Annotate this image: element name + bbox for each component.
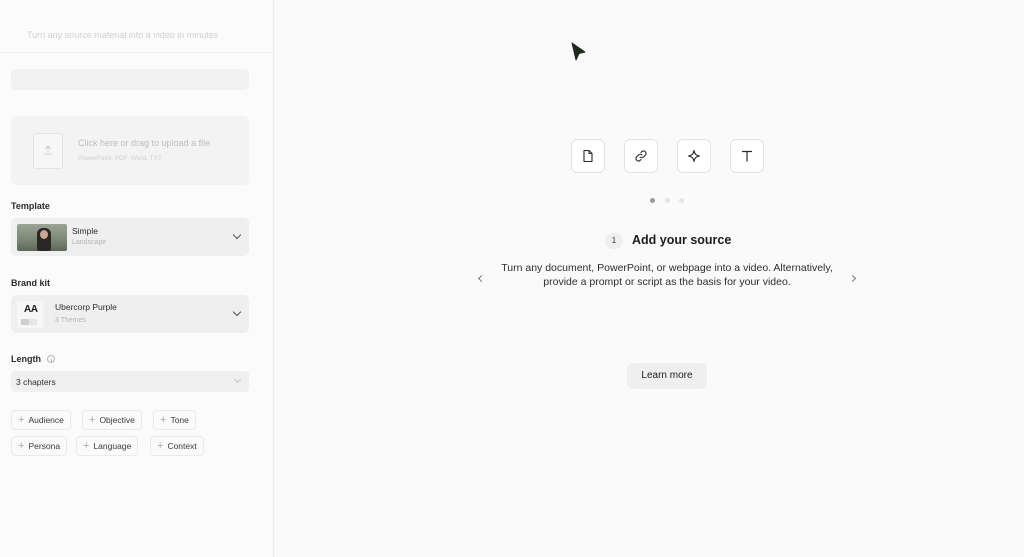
step-title: Add your source: [632, 233, 732, 247]
chevron-left-icon[interactable]: [477, 274, 486, 283]
document-source-button[interactable]: [571, 139, 605, 173]
brand-logo: AA: [17, 301, 43, 328]
upload-title: Click here or drag to upload a file: [78, 138, 211, 148]
upload-file-icon: [33, 133, 63, 169]
carousel-dot-2[interactable]: [665, 198, 670, 203]
brand-kit-themes: 3 Themes: [55, 317, 86, 324]
plus-icon: +: [18, 413, 25, 426]
chip-tone[interactable]: + Tone: [153, 410, 196, 430]
sidebar-subtitle: Turn any source material into a video in…: [27, 30, 219, 40]
template-thumbnail: [17, 224, 67, 251]
chip-language[interactable]: + Language: [76, 436, 139, 456]
chip-context[interactable]: + Context: [150, 436, 204, 456]
title-input[interactable]: [11, 69, 249, 90]
mouse-cursor-icon: [571, 42, 586, 61]
chip-persona[interactable]: + Persona: [11, 436, 68, 456]
sidebar: Turn any source material into a video in…: [0, 0, 274, 557]
app-root: Turn any source material into a video in…: [0, 0, 1024, 557]
step-number-badge: 1: [605, 233, 623, 249]
link-source-button[interactable]: [624, 139, 658, 173]
prompt-source-button[interactable]: [677, 139, 711, 173]
template-select[interactable]: Simple Landscape: [11, 218, 249, 256]
template-label: Template: [11, 201, 50, 211]
chip-objective[interactable]: + Objective: [82, 410, 142, 430]
chevron-down-icon: [233, 375, 242, 384]
sparkle-icon: [687, 149, 701, 163]
template-name: Simple: [72, 226, 98, 236]
plus-icon: +: [83, 439, 90, 452]
text-source-button[interactable]: [730, 139, 764, 173]
plus-icon: +: [160, 413, 167, 426]
plus-icon: +: [18, 439, 25, 452]
plus-icon: +: [89, 413, 96, 426]
brand-kit-select[interactable]: AA Ubercorp Purple 3 Themes: [11, 295, 249, 333]
template-orientation: Landscape: [72, 239, 107, 246]
length-value: 3 chapters: [16, 377, 56, 387]
carousel-dot-1[interactable]: [650, 198, 655, 203]
brand-kit-name: Ubercorp Purple: [55, 302, 117, 312]
length-select[interactable]: 3 chapters: [11, 371, 249, 392]
sidebar-divider: [0, 52, 274, 53]
learn-more-button[interactable]: Learn more: [627, 363, 707, 389]
brand-kit-label: Brand kit: [11, 278, 51, 288]
document-icon: [583, 149, 593, 163]
step-description: Turn any document, PowerPoint, or webpag…: [501, 262, 833, 288]
file-upload-dropzone[interactable]: Click here or drag to upload a file Powe…: [11, 116, 249, 185]
chevron-right-icon[interactable]: [848, 274, 857, 283]
length-label: Length: [11, 354, 55, 364]
link-icon: [635, 150, 647, 162]
upload-formats: PowerPoint, PDF, Word, TXT: [78, 155, 162, 162]
chevron-down-icon: [232, 230, 242, 240]
info-icon[interactable]: [47, 355, 55, 363]
carousel-dot-3[interactable]: [679, 198, 684, 203]
chevron-down-icon: [232, 307, 242, 317]
plus-icon: +: [157, 439, 164, 452]
text-icon: [741, 150, 753, 162]
chip-audience[interactable]: + Audience: [11, 410, 71, 430]
